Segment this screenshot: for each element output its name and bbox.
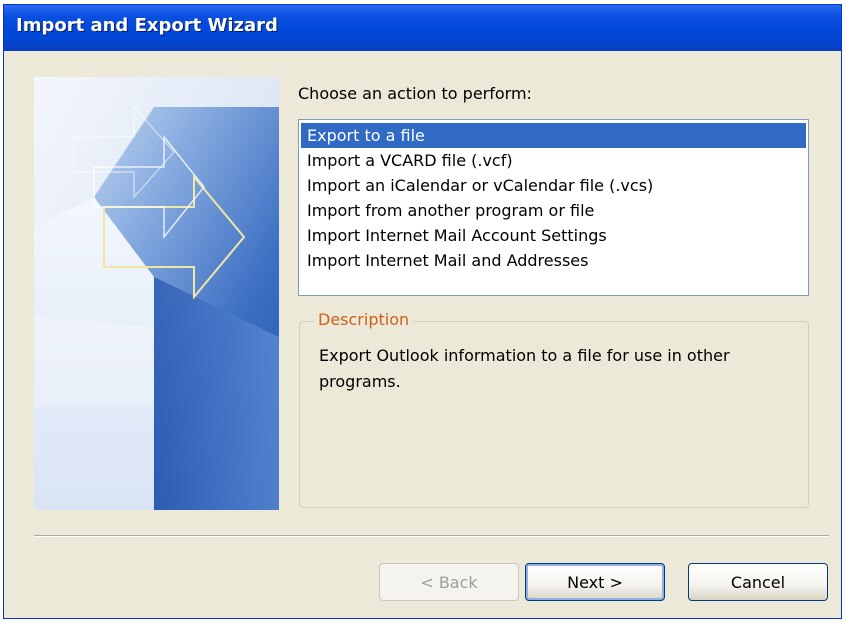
action-item-import-mail-account-settings[interactable]: Import Internet Mail Account Settings [301, 223, 806, 248]
back-button[interactable]: < Back [379, 563, 519, 601]
description-label: Description [314, 310, 414, 329]
title-bar[interactable]: Import and Export Wizard [4, 5, 841, 51]
import-export-wizard-window: Import and Export Wizard Choose an actio… [3, 4, 842, 619]
cancel-button[interactable]: Cancel [688, 563, 828, 601]
action-item-import-vcard[interactable]: Import a VCARD file (.vcf) [301, 148, 806, 173]
wizard-banner-graphic [34, 77, 279, 510]
action-listbox[interactable]: Export to a file Import a VCARD file (.v… [298, 119, 809, 296]
button-separator-highlight [34, 536, 829, 537]
wizard-arrows-icon [34, 77, 279, 510]
description-text: Export Outlook information to a file for… [319, 346, 730, 391]
next-button[interactable]: Next > [525, 563, 665, 601]
action-prompt-label: Choose an action to perform: [298, 84, 532, 103]
action-item-import-mail-and-addresses[interactable]: Import Internet Mail and Addresses [301, 248, 806, 273]
wizard-client-area: Choose an action to perform: Export to a… [4, 51, 841, 618]
window-title: Import and Export Wizard [16, 15, 278, 36]
action-item-export-to-file[interactable]: Export to a file [301, 123, 806, 148]
action-item-import-icalendar[interactable]: Import an iCalendar or vCalendar file (.… [301, 173, 806, 198]
action-item-import-from-program[interactable]: Import from another program or file [301, 198, 806, 223]
